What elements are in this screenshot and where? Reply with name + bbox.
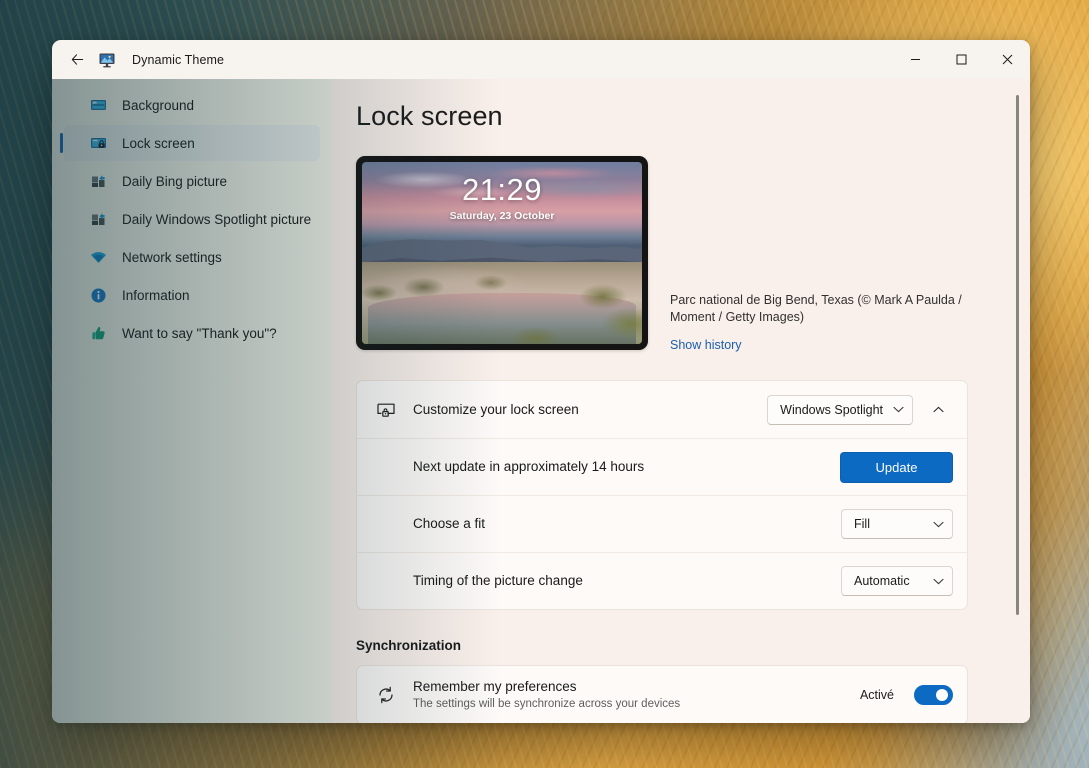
lock-screen-image: 21:29 Saturday, 23 October	[362, 162, 642, 344]
toggle-state-label: Activé	[859, 688, 894, 702]
customize-lock-screen-card: Customize your lock screen Windows Spotl…	[356, 380, 968, 610]
window-body: Background Lock screen Daily Bing pictur…	[52, 79, 1030, 723]
row-text: Remember my preferences The settings wil…	[413, 678, 860, 712]
synchronization-heading: Synchronization	[356, 638, 462, 653]
sidebar-item-label: Daily Bing picture	[122, 173, 228, 189]
preview-clock-date: Saturday, 23 October	[449, 210, 555, 222]
app-icon	[98, 51, 116, 69]
picture-tiles-icon	[90, 211, 107, 228]
picture-tiles-icon	[90, 173, 107, 190]
sidebar-item-label: Network settings	[122, 249, 222, 265]
sidebar-item-daily-windows-spotlight-picture[interactable]: Daily Windows Spotlight picture	[64, 201, 320, 237]
lock-screen-source-select[interactable]: Windows Spotlight	[767, 394, 913, 425]
show-history-link[interactable]: Show history	[670, 338, 742, 352]
row-controls: Windows Spotlight	[767, 394, 953, 425]
close-icon	[1002, 54, 1012, 65]
row-title: Next update in approximately 14 hours	[413, 459, 645, 474]
row-title: Customize your lock screen	[413, 401, 579, 417]
main-scrollbar-thumb[interactable]	[1016, 95, 1019, 615]
customize-lock-screen-row[interactable]: Customize your lock screen Windows Spotl…	[357, 381, 967, 438]
chevron-down-icon	[893, 406, 904, 413]
row-text: Timing of the picture change	[413, 572, 841, 590]
thumbs-up-icon	[90, 325, 107, 342]
sidebar-item-label: Background	[122, 97, 195, 113]
preview-vegetation	[362, 271, 642, 344]
row-title: Remember my preferences	[413, 679, 577, 694]
select-value: Fill	[854, 517, 870, 531]
row-title: Timing of the picture change	[413, 573, 583, 588]
remember-my-preferences-row: Remember my preferences The settings wil…	[357, 666, 967, 723]
next-update-row: Next update in approximately 14 hours Up…	[357, 438, 967, 495]
page-title: Lock screen	[356, 101, 503, 131]
info-icon	[90, 287, 107, 304]
desktop-wallpaper: Dynamic Theme Background Lock screen Dai…	[0, 0, 1089, 768]
remember-preferences-toggle[interactable]	[914, 685, 953, 705]
back-arrow-icon	[71, 54, 83, 65]
sidebar-item-lock-screen[interactable]: Lock screen	[60, 125, 320, 161]
timing-of-picture-change-row: Timing of the picture change Automatic	[357, 552, 967, 609]
chevron-down-icon	[933, 521, 944, 528]
sidebar-item-information[interactable]: Information	[64, 277, 320, 313]
sync-refresh-icon	[375, 685, 396, 706]
row-controls: Automatic	[841, 566, 953, 596]
main-scrollbar[interactable]	[1011, 85, 1025, 717]
sidebar-item-network-settings[interactable]: Network settings	[64, 239, 320, 275]
expand-collapse-button[interactable]	[923, 395, 953, 425]
row-text: Customize your lock screen	[413, 401, 767, 419]
lock-screen-preview-row: 21:29 Saturday, 23 October Parc national…	[356, 156, 968, 354]
monitor-lock-icon	[90, 135, 107, 152]
main-scroll-area: Lock screen 21:29 Saturday, 23 October P…	[332, 79, 1030, 723]
sidebar-item-daily-bing-picture[interactable]: Daily Bing picture	[64, 163, 320, 199]
sidebar-item-label: Want to say "Thank you"?	[122, 325, 277, 341]
preview-metadata: Parc national de Big Bend, Texas (© Mark…	[670, 156, 968, 354]
select-value: Automatic	[854, 574, 910, 588]
row-title: Choose a fit	[413, 516, 486, 531]
chevron-down-icon	[933, 578, 944, 585]
window-title: Dynamic Theme	[132, 52, 225, 67]
maximize-icon	[956, 54, 966, 65]
row-controls: Fill	[841, 509, 953, 539]
choose-a-fit-row: Choose a fit Fill	[357, 495, 967, 552]
toggle-knob	[936, 689, 948, 701]
minimize-button[interactable]	[892, 40, 938, 79]
image-credit: Parc national de Big Bend, Texas (© Mark…	[670, 293, 962, 324]
row-controls: Activé	[860, 685, 953, 705]
row-subtitle: The settings will be synchronize across …	[413, 698, 681, 710]
sidebar-item-label: Information	[122, 287, 190, 303]
dynamic-theme-window: Dynamic Theme Background Lock screen Dai…	[52, 40, 1030, 723]
monitor-icon	[90, 97, 107, 114]
sidebar-item-background[interactable]: Background	[64, 87, 320, 123]
close-button[interactable]	[984, 40, 1030, 79]
synchronization-card: Remember my preferences The settings wil…	[356, 665, 968, 723]
main-content: Lock screen 21:29 Saturday, 23 October P…	[332, 79, 1030, 723]
chevron-up-icon	[932, 406, 944, 413]
row-controls: Update	[840, 451, 953, 483]
maximize-button[interactable]	[938, 40, 984, 79]
minimize-icon	[910, 59, 920, 60]
fit-select[interactable]: Fill	[841, 509, 953, 539]
back-button[interactable]	[60, 45, 94, 75]
update-button[interactable]: Update	[840, 451, 953, 483]
row-text: Next update in approximately 14 hours	[413, 458, 840, 476]
select-value: Windows Spotlight	[780, 402, 883, 417]
sidebar-item-label: Daily Windows Spotlight picture	[122, 211, 312, 227]
timing-select[interactable]: Automatic	[841, 566, 953, 596]
sidebar-item-thank-you[interactable]: Want to say "Thank you"?	[64, 315, 320, 351]
lock-screen-preview[interactable]: 21:29 Saturday, 23 October	[356, 156, 648, 350]
monitor-lock-outline-icon	[375, 399, 396, 420]
sidebar: Background Lock screen Daily Bing pictur…	[52, 79, 332, 723]
title-bar: Dynamic Theme	[52, 40, 1030, 79]
preview-clock-time: 21:29	[461, 172, 543, 207]
sidebar-item-label: Lock screen	[122, 135, 195, 151]
wifi-icon	[90, 249, 107, 266]
row-text: Choose a fit	[413, 515, 841, 533]
